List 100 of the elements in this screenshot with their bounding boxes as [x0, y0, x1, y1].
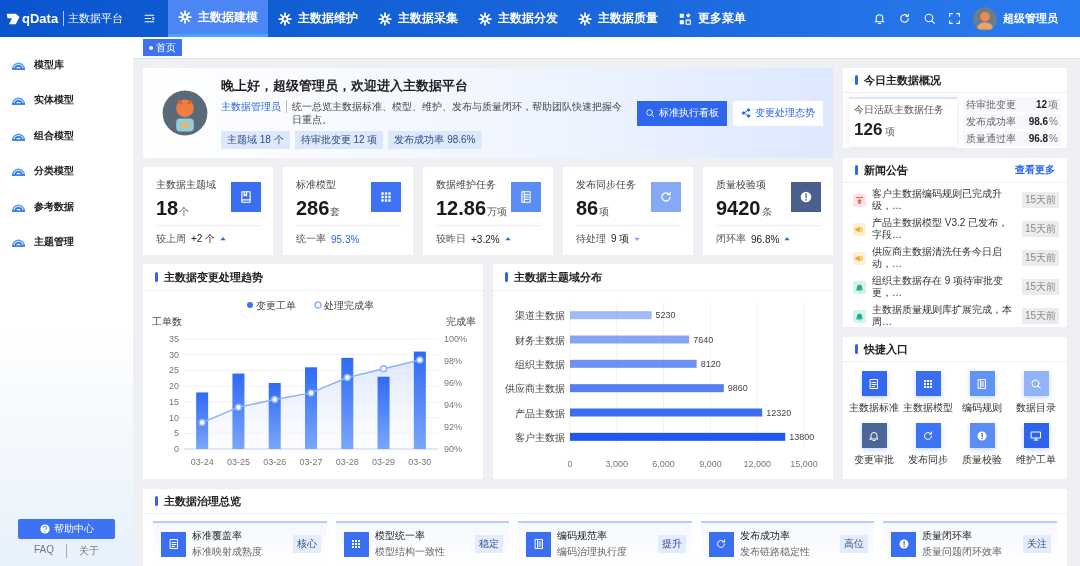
footer-link[interactable]: 关于 — [66, 544, 99, 558]
sidebar-item[interactable]: 主题管理 — [0, 224, 133, 260]
metric-label: 质量通过率 — [966, 131, 1017, 146]
card-subtitle: 编码治理执行度 — [557, 545, 629, 559]
footer-value: 9 项 — [611, 232, 630, 246]
metric-value: 96.8 — [1028, 133, 1049, 144]
axis-label: 产品主数据 — [515, 407, 565, 419]
news-link[interactable]: 主数据质量规则库扩展完成，本周… — [872, 304, 1016, 328]
news-link[interactable]: 供应商主数据清洗任务今日启动，… — [872, 246, 1016, 270]
axis-label: 03-24 — [190, 457, 214, 467]
axis-title: 工单数 — [152, 316, 182, 327]
unit-label: 项 — [599, 205, 610, 219]
axis-label: 94% — [444, 400, 462, 410]
footer-label: 较上周 — [156, 232, 186, 246]
nav-tab[interactable]: 主数据采集 — [368, 0, 468, 37]
axis-label: 35 — [169, 334, 179, 344]
stat-label: 数据维护任务 — [436, 178, 497, 192]
time-label: 15天前 — [1021, 192, 1059, 208]
footer-value: 95.3% — [331, 233, 360, 245]
footer-label: 较昨日 — [436, 232, 466, 246]
nav-tab[interactable]: 更多菜单 — [668, 0, 756, 37]
metric-value: 98.6 — [1028, 116, 1049, 127]
more-link[interactable]: 查看更多 — [1015, 163, 1055, 177]
footer-link[interactable]: FAQ — [34, 544, 54, 558]
status-tag: 提升 — [657, 535, 686, 553]
unit-label: % — [1049, 133, 1058, 144]
footer-value: 96.8% — [751, 233, 780, 245]
stat-label: 质量校验项 — [716, 178, 767, 192]
value-label: 9860 — [727, 383, 748, 394]
stat-value: 286 — [296, 197, 330, 220]
card-subtitle: 质量问题闭环效率 — [922, 545, 1004, 559]
sidebar-item[interactable]: 参考数据 — [0, 189, 133, 225]
logo: qData — [6, 11, 59, 26]
news-link[interactable]: 产品主数据模型 V3.2 已发布，字段… — [872, 217, 1016, 241]
sidebar-item[interactable]: 分类模型 — [0, 153, 133, 189]
status-tag: 关注 — [1023, 535, 1051, 553]
panel-title: 新闻公告 — [864, 162, 909, 178]
card-title: 发布成功率 — [739, 529, 791, 543]
card-title: 模型统一率 — [374, 529, 426, 543]
sidebar-item[interactable]: 实体模型 — [0, 82, 133, 118]
footer-label: 闭环率 — [716, 232, 746, 246]
description: 统一总览主数据标准、模型、维护、发布与质量闭环，帮助团队快速把握今日重点。 — [292, 100, 623, 126]
shortcut-label[interactable]: 变更审批 — [854, 453, 894, 467]
panel-title: 快捷入口 — [864, 341, 909, 357]
footer-label: 待处理 — [576, 232, 606, 246]
stat-label: 主数据主题域 — [156, 178, 216, 192]
axis-label: 20 — [169, 381, 179, 392]
action-button[interactable]: 变更处理态势 — [733, 100, 823, 126]
tag: 主题域 18 个 — [221, 131, 290, 149]
status-tag: 稳定 — [475, 535, 504, 553]
time-label: 15天前 — [1021, 250, 1059, 266]
greeting-title: 晚上好，超级管理员，欢迎进入主数据平台 — [221, 77, 469, 95]
card-title: 标准覆盖率 — [192, 529, 243, 543]
shortcut-label[interactable]: 编码规则 — [962, 401, 1002, 415]
shortcut-label[interactable]: 主数据模型 — [903, 401, 953, 415]
axis-label: 0 — [174, 444, 179, 454]
axis-label: 15 — [169, 396, 179, 407]
user-name[interactable]: 超级管理员 — [1003, 11, 1058, 26]
card-title: 编码规范率 — [557, 529, 609, 543]
card-subtitle: 发布链路稳定性 — [739, 545, 811, 559]
shortcut-label[interactable]: 数据目录 — [1016, 401, 1056, 415]
axis-label: 渠道主数据 — [515, 310, 565, 322]
panel-title: 今日主数据概况 — [864, 72, 942, 88]
sidebar-item[interactable]: 模型库 — [0, 47, 133, 83]
status-tag: 核心 — [292, 535, 321, 553]
time-label: 15天前 — [1021, 308, 1059, 324]
value-label: 12320 — [766, 407, 792, 418]
news-link[interactable]: 客户主数据编码规则已完成升级，… — [872, 188, 1016, 212]
stat-value: 86 — [576, 197, 599, 220]
metric-label: 待审批变更 — [966, 97, 1017, 112]
unit-label: 项 — [885, 125, 896, 139]
axis-label: 92% — [444, 422, 462, 432]
axis-label: 03-30 — [408, 457, 432, 467]
axis-label: 5 — [174, 428, 179, 439]
nav-tab[interactable]: 主数据质量 — [568, 0, 668, 37]
axis-label: 03-26 — [263, 457, 287, 467]
card-subtitle: 模型结构一致性 — [374, 545, 446, 559]
shortcut-label[interactable]: 质量校验 — [962, 453, 1002, 467]
news-link[interactable]: 组织主数据存在 9 项待审批变更，… — [872, 275, 1016, 299]
unit-label: % — [1049, 116, 1058, 127]
value-label: 7640 — [693, 334, 714, 345]
nav-tab[interactable]: 主数据分发 — [468, 0, 568, 37]
unit-label: 万项 — [487, 205, 508, 219]
unit-label: 条 — [761, 205, 772, 219]
nav-tab[interactable]: 主数据维护 — [268, 0, 368, 37]
action-button[interactable]: 标准执行看板 — [637, 100, 727, 126]
axis-label: 03-29 — [372, 457, 396, 467]
value-label: 5230 — [655, 310, 676, 321]
metric-label: 发布成功率 — [966, 114, 1017, 129]
unit-label: 项 — [1048, 97, 1058, 112]
shortcut-label[interactable]: 发布同步 — [908, 453, 948, 467]
footer-value: +3.2% — [471, 233, 500, 245]
sidebar-item[interactable]: 组合模型 — [0, 118, 133, 154]
axis-label: 财务主数据 — [515, 334, 565, 346]
shortcut-label[interactable]: 主数据标准 — [849, 401, 899, 415]
footer-label: 统一率 — [296, 232, 326, 246]
footer-value: +2 个 — [191, 232, 216, 246]
help-button[interactable]: 帮助中心 — [18, 519, 115, 539]
page-tab[interactable]: 首页 — [143, 39, 182, 56]
shortcut-label[interactable]: 维护工单 — [1016, 453, 1056, 467]
